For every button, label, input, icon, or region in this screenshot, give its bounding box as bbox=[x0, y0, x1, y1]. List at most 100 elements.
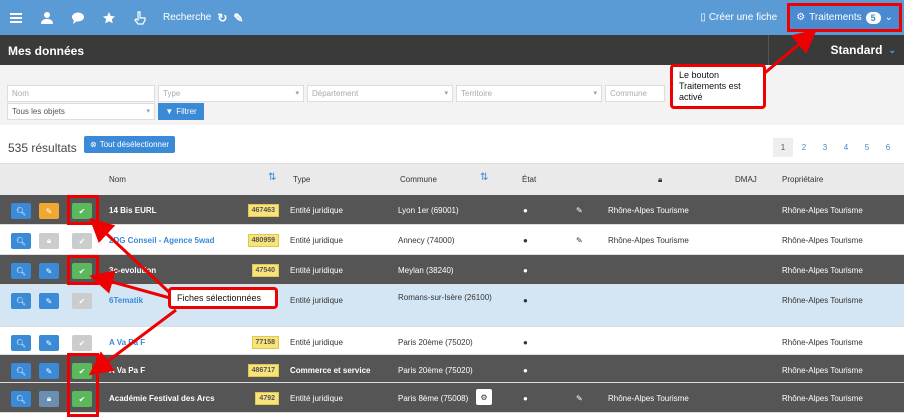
comment-icon[interactable] bbox=[62, 0, 93, 35]
column-header-proprietaire[interactable]: Propriétaire bbox=[782, 175, 823, 184]
record-name[interactable]: A Va Pa F 77158 bbox=[109, 336, 279, 349]
pencil-icon: ✎ bbox=[576, 206, 583, 215]
name-filter-input[interactable]: Nom bbox=[7, 85, 155, 102]
remove-icon: ⊗ bbox=[90, 140, 97, 149]
column-header-dmaj[interactable]: DMAJ bbox=[735, 175, 757, 184]
pointer-icon[interactable] bbox=[124, 0, 155, 35]
filter-button[interactable]: ▼ Filtrer bbox=[158, 103, 204, 120]
view-selector[interactable]: Standard ⌄ bbox=[768, 35, 904, 65]
record-commune: Romans-sur-Isère (26100) bbox=[398, 293, 492, 302]
lock-icon: 🔒︎ bbox=[658, 175, 663, 184]
record-name[interactable]: 3c-evolution 47540 bbox=[109, 264, 279, 277]
selection-highlight bbox=[67, 353, 99, 417]
refresh-icon[interactable]: ↻ bbox=[217, 11, 227, 25]
record-commune: Annecy (74000) bbox=[398, 236, 455, 245]
deselect-all-label: Tout désélectionner bbox=[99, 140, 170, 149]
territoire-filter-select[interactable]: Territoire ▾ bbox=[456, 85, 602, 102]
create-record-label: Créer une fiche bbox=[708, 12, 778, 23]
globe-icon: ● bbox=[523, 296, 528, 305]
edit-button[interactable]: ✎ bbox=[39, 363, 59, 379]
pencil-icon[interactable]: ✎ bbox=[233, 11, 243, 25]
results-count: 535 résultats bbox=[8, 141, 77, 155]
gears-icon: ⚙ bbox=[796, 12, 806, 23]
globe-icon: ● bbox=[523, 366, 528, 375]
table-row[interactable]: 🔍︎ 🔒︎ ✔ Académie Festival des Arcs 4792 E… bbox=[0, 383, 904, 413]
edit-button[interactable]: ✎ bbox=[39, 335, 59, 351]
edit-button[interactable]: ✎ bbox=[39, 263, 59, 279]
edit-button[interactable]: ✎ bbox=[39, 293, 59, 309]
column-header-etat[interactable]: État bbox=[522, 175, 536, 184]
table-row[interactable]: 🔍︎ ✎ ✔ 6Tematik Entité juridique Romans-… bbox=[0, 285, 904, 327]
record-id-badge: 486717 bbox=[247, 364, 279, 377]
page-link[interactable]: 4 bbox=[836, 138, 856, 157]
table-row[interactable]: 🔍︎ 🔒︎ ✔ 2DG Conseil - Agence 5wad 480959 … bbox=[0, 225, 904, 255]
star-icon[interactable] bbox=[93, 0, 124, 35]
user-icon[interactable] bbox=[31, 0, 62, 35]
table-row[interactable]: 🔍︎ ✎ ✔ A Va Pa F 77158 Entité juridique P… bbox=[0, 327, 904, 355]
selection-highlight bbox=[67, 195, 99, 225]
dropdown-arrow-icon: ▾ bbox=[593, 90, 597, 97]
deselect-all-button[interactable]: ⊗ Tout désélectionner bbox=[84, 136, 176, 153]
view-button[interactable]: 🔍︎ bbox=[11, 203, 31, 219]
globe-icon: ● bbox=[523, 338, 528, 347]
commune-filter-input[interactable]: Commune bbox=[605, 85, 665, 102]
table-header: Nom ⇅ Type Commune ⇅ État 🔒︎ DMAJ Propri… bbox=[0, 163, 904, 195]
globe-icon: ● bbox=[523, 266, 528, 275]
record-lock-owner: Rhône-Alpes Tourisme bbox=[608, 206, 689, 215]
page-link[interactable]: 6 bbox=[878, 138, 898, 157]
record-commune: Paris 20ème (75020) bbox=[398, 366, 473, 375]
page-link[interactable]: 2 bbox=[794, 138, 814, 157]
table-row[interactable]: 🔍︎ ✎ ✔ 3c-evolution 47540 Entité juridiqu… bbox=[0, 255, 904, 285]
page-link[interactable]: 3 bbox=[815, 138, 835, 157]
record-name[interactable]: 2DG Conseil - Agence 5wad 480959 bbox=[109, 234, 279, 247]
record-id-badge: 4792 bbox=[255, 392, 279, 405]
table-row[interactable]: 🔍︎ ✎ ✔ 14 Bis EURL 467463 Entité juridiqu… bbox=[0, 195, 904, 225]
create-record-link[interactable]: ▯ Créer une fiche bbox=[700, 12, 777, 23]
selection-highlight bbox=[67, 255, 99, 285]
territoire-filter-placeholder: Territoire bbox=[461, 89, 493, 98]
globe-icon: ● bbox=[523, 394, 528, 403]
column-header-commune[interactable]: Commune bbox=[400, 175, 437, 184]
view-button[interactable]: 🔍︎ bbox=[11, 263, 31, 279]
record-owner: Rhône-Alpes Tourisme bbox=[782, 394, 863, 403]
search-nav[interactable]: Recherche ↻ ✎ bbox=[163, 11, 243, 25]
record-id-badge: 47540 bbox=[251, 264, 279, 277]
document-icon: ▯ bbox=[700, 12, 706, 23]
view-button[interactable]: 🔍︎ bbox=[11, 233, 31, 249]
sort-icon[interactable]: ⇅ bbox=[480, 172, 488, 183]
type-filter-select[interactable]: Type ▾ bbox=[158, 85, 304, 102]
commune-filter-placeholder: Commune bbox=[610, 89, 647, 98]
column-header-nom[interactable]: Nom bbox=[109, 175, 126, 184]
record-type: Entité juridique bbox=[290, 236, 343, 245]
locked-edit-button[interactable]: 🔒︎ bbox=[39, 233, 59, 249]
dropdown-arrow-icon: ▾ bbox=[295, 90, 299, 97]
record-name[interactable]: 14 Bis EURL 467463 bbox=[109, 204, 279, 217]
view-button[interactable]: 🔍︎ bbox=[11, 335, 31, 351]
table-row[interactable]: 🔍︎ ✎ ✔ A Va Pa F 486717 Commerce et servi… bbox=[0, 355, 904, 383]
name-filter-placeholder: Nom bbox=[12, 89, 29, 98]
settings-icon[interactable]: ⚙ bbox=[476, 389, 492, 405]
select-checkbox[interactable]: ✔ bbox=[72, 335, 92, 351]
globe-icon: ● bbox=[523, 206, 528, 215]
select-checkbox[interactable]: ✔ bbox=[72, 293, 92, 309]
objects-filter-select[interactable]: Tous les objets ▾ bbox=[7, 103, 155, 120]
menu-icon[interactable] bbox=[0, 0, 31, 35]
view-button[interactable]: 🔍︎ bbox=[11, 293, 31, 309]
select-checkbox[interactable]: ✔ bbox=[72, 233, 92, 249]
view-button[interactable]: 🔍︎ bbox=[11, 363, 31, 379]
edit-button[interactable]: ✎ bbox=[39, 203, 59, 219]
page-link[interactable]: 1 bbox=[773, 138, 793, 157]
column-header-type[interactable]: Type bbox=[293, 175, 310, 184]
traitements-button[interactable]: ⚙ Traitements 5 ⌄ bbox=[787, 3, 902, 32]
departement-filter-select[interactable]: Département ▾ bbox=[307, 85, 453, 102]
sort-icon[interactable]: ⇅ bbox=[268, 172, 276, 183]
record-name[interactable]: Académie Festival des Arcs 4792 bbox=[109, 392, 279, 405]
view-button[interactable]: 🔍︎ bbox=[11, 391, 31, 407]
record-name[interactable]: A Va Pa F 486717 bbox=[109, 364, 279, 377]
record-type: Entité juridique bbox=[290, 296, 343, 305]
record-owner: Rhône-Alpes Tourisme bbox=[782, 296, 863, 305]
page-link[interactable]: 5 bbox=[857, 138, 877, 157]
search-label: Recherche bbox=[163, 12, 212, 23]
pencil-icon: ✎ bbox=[576, 236, 583, 245]
locked-edit-button[interactable]: 🔒︎ bbox=[39, 391, 59, 407]
